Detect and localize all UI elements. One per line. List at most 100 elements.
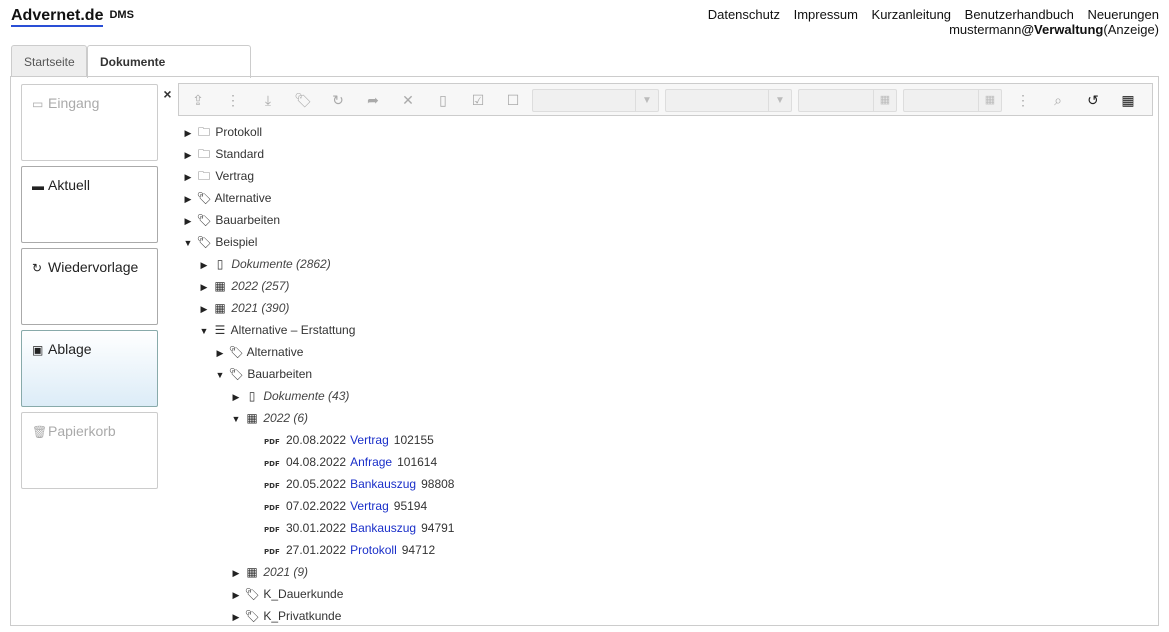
- tab-label: Startseite: [24, 55, 75, 69]
- user-org: @Verwaltung: [1021, 22, 1104, 37]
- grid-icon[interactable]: ▦: [1118, 90, 1138, 110]
- date-to-input[interactable]: ▦: [903, 89, 1002, 112]
- check-icon[interactable]: ☑: [468, 90, 488, 110]
- expand-icon[interactable]: ▶: [182, 188, 194, 210]
- tree-node[interactable]: ▶ ▯ Dokumente (2862): [198, 253, 331, 275]
- nav-wiedervorlage[interactable]: ↻ Wiedervorlage: [21, 248, 158, 325]
- expand-icon[interactable]: ▶: [182, 122, 194, 144]
- expand-icon[interactable]: ▶: [230, 562, 242, 584]
- filter-select-1[interactable]: ▼: [532, 89, 659, 112]
- more-icon[interactable]: ⋮: [223, 90, 243, 110]
- expand-icon[interactable]: ▶: [182, 166, 194, 188]
- tree-node[interactable]: ▼ 🏷 Beispiel: [182, 231, 258, 254]
- logo-sub: DMS: [109, 9, 134, 21]
- tree-node[interactable]: ▶ 🗀 Standard: [182, 143, 265, 166]
- tree-node[interactable]: ▶ 🗀 Protokoll: [182, 121, 263, 144]
- main-panel: ▭ Eingang ▬ Aktuell ↻ Wiedervorlage ▣ Ablage…: [10, 76, 1159, 626]
- tree-node[interactable]: ▶ ▯ Dokumente (43): [230, 385, 350, 408]
- link-datenschutz[interactable]: Datenschutz: [708, 7, 780, 22]
- node-label: Alternative: [214, 191, 272, 205]
- nav-label: Aktuell: [48, 177, 91, 193]
- document-row[interactable]: PDF 20.08.2022 Vertrag 102155: [264, 429, 434, 451]
- doc-type-link[interactable]: Protokoll: [350, 543, 397, 557]
- upload-icon[interactable]: ⇪: [188, 90, 208, 110]
- expand-icon[interactable]: ▶: [182, 210, 194, 232]
- link-benutzerhandbuch[interactable]: Benutzerhandbuch: [965, 7, 1074, 22]
- document-row[interactable]: PDF 04.08.2022 Anfrage 101614: [264, 451, 437, 473]
- tree-node[interactable]: ▼ ☰ Alternative – Erstattung: [198, 319, 356, 342]
- expand-icon[interactable]: ▶: [230, 606, 242, 625]
- link-impressum[interactable]: Impressum: [794, 7, 858, 22]
- search-icon[interactable]: ⌕: [1048, 90, 1068, 110]
- expand-icon[interactable]: ▶: [182, 144, 194, 166]
- filter-select-2[interactable]: ▼: [665, 89, 792, 112]
- link-kurzanleitung[interactable]: Kurzanleitung: [872, 7, 952, 22]
- node-label: Dokumente (2862): [231, 257, 331, 271]
- nav-eingang[interactable]: ▭ Eingang: [21, 84, 158, 161]
- more-icon[interactable]: ⋮: [1013, 90, 1033, 110]
- tree-node[interactable]: ▶ 🏷 Alternative: [182, 187, 272, 210]
- folder-icon: 🗀: [197, 147, 210, 161]
- reload-icon[interactable]: ↻: [328, 90, 348, 110]
- checkbox-icon[interactable]: ☐: [503, 90, 523, 110]
- calendar-icon: ▦: [214, 301, 226, 315]
- expand-icon[interactable]: ▶: [230, 386, 242, 408]
- link-neuerungen[interactable]: Neuerungen: [1087, 7, 1159, 22]
- tree-node[interactable]: ▶ ▦ 2021 (9): [230, 561, 309, 584]
- pdf-icon: PDF: [264, 504, 280, 512]
- document-row[interactable]: PDF 07.02.2022 Vertrag 95194: [264, 495, 427, 517]
- document-icon[interactable]: ▯: [433, 90, 453, 110]
- nav-ablage[interactable]: ▣ Ablage: [21, 330, 158, 407]
- date-from-input[interactable]: ▦: [798, 89, 897, 112]
- document-row[interactable]: PDF 30.01.2022 Bankauszug 94791: [264, 517, 454, 539]
- archive-icon: ▣: [32, 343, 44, 357]
- collapse-icon[interactable]: ▼: [230, 408, 242, 430]
- trash-icon: 🗑: [32, 425, 48, 439]
- expand-icon[interactable]: ▶: [198, 254, 210, 276]
- tab-dokumente-verwalten[interactable]: Dokumente verwalten×: [87, 45, 251, 102]
- collapse-icon[interactable]: ▼: [198, 320, 210, 342]
- tree-node[interactable]: ▶ 🏷 Bauarbeiten: [182, 209, 281, 232]
- expand-icon[interactable]: ▶: [230, 584, 242, 606]
- tree-node[interactable]: ▶ 🗀 Vertrag: [182, 165, 255, 188]
- collapse-icon[interactable]: ▼: [214, 364, 226, 386]
- document-row[interactable]: PDF 27.01.2022 Protokoll 94712: [264, 539, 435, 561]
- nav-papierkorb[interactable]: 🗑Papierkorb: [21, 412, 158, 489]
- doc-type-link[interactable]: Bankauszug: [350, 477, 416, 491]
- calendar-icon[interactable]: ▦: [978, 90, 1001, 111]
- undo-icon[interactable]: ↺: [1083, 90, 1103, 110]
- tags-icon: 🏷: [228, 367, 244, 381]
- doc-type-link[interactable]: Vertrag: [350, 499, 389, 513]
- doc-type-link[interactable]: Bankauszug: [350, 521, 416, 535]
- doc-type-link[interactable]: Anfrage: [350, 455, 392, 469]
- tree-node[interactable]: ▶ ▦ 2021 (390): [198, 297, 290, 320]
- forward-icon[interactable]: ➦: [363, 90, 383, 110]
- tree-node[interactable]: ▶ 🏷 Alternative: [214, 341, 304, 364]
- delete-icon[interactable]: ✕: [398, 90, 418, 110]
- tree-node[interactable]: ▶ 🏷 K_Dauerkunde: [230, 583, 344, 606]
- download-icon[interactable]: ⤓: [258, 90, 278, 110]
- node-label: Dokumente (43): [263, 389, 350, 403]
- expand-icon[interactable]: ▶: [198, 298, 210, 320]
- doc-type-link[interactable]: Vertrag: [350, 433, 389, 447]
- document-tree: ▶ 🗀 Protokoll ▶ 🗀 Standard ▶ 🗀 Vertrag ▶ 🏷 A…: [178, 121, 1153, 623]
- expand-icon[interactable]: ▶: [198, 276, 210, 298]
- calendar-icon[interactable]: ▦: [873, 90, 896, 111]
- tab-startseite[interactable]: Startseite: [11, 45, 87, 76]
- pdf-icon: PDF: [264, 482, 280, 490]
- node-label: Alternative – Erstattung: [230, 323, 356, 337]
- doc-date: 20.05.2022: [286, 477, 347, 491]
- toolbar: ⇪ ⋮ ⤓ 🏷 ↻ ➦ ✕ ▯ ☑ ☐ ▼ ▼ ▦ ▦ ⋮ ⌕ ↺ ▦: [178, 83, 1153, 116]
- tags-icon[interactable]: 🏷: [293, 90, 313, 110]
- tags-icon: 🏷: [196, 213, 212, 227]
- nav-aktuell[interactable]: ▬ Aktuell: [21, 166, 158, 243]
- tree-node[interactable]: ▼ 🏷 Bauarbeiten: [214, 363, 313, 386]
- document-row[interactable]: PDF 20.05.2022 Bankauszug 98808: [264, 473, 454, 495]
- tree-node[interactable]: ▼ ▦ 2022 (6): [230, 407, 309, 430]
- tree-node[interactable]: ▶ 🏷 K_Privatkunde: [230, 605, 342, 625]
- doc-date: 30.01.2022: [286, 521, 347, 535]
- expand-icon[interactable]: ▶: [214, 342, 226, 364]
- tree-node[interactable]: ▶ ▦ 2022 (257): [198, 275, 290, 298]
- logo[interactable]: Advernet.de DMS: [11, 7, 134, 27]
- collapse-icon[interactable]: ▼: [182, 232, 194, 254]
